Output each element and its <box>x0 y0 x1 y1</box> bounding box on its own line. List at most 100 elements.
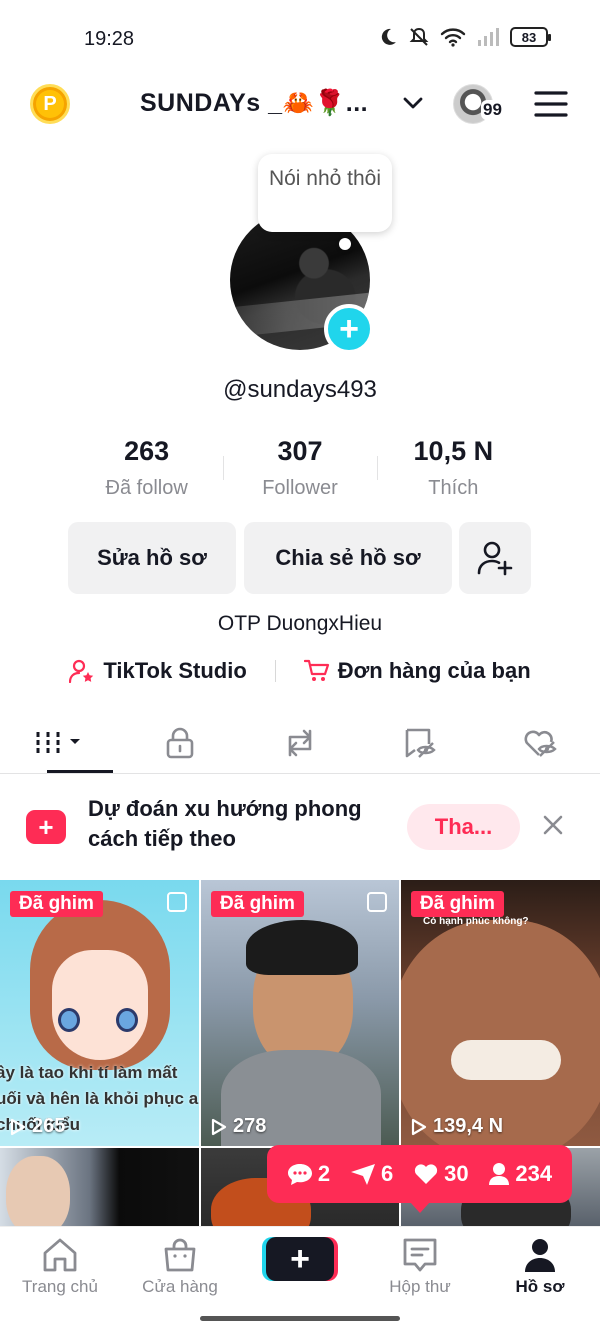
nav-shop[interactable]: Cửa hàng <box>120 1237 240 1297</box>
stat-following[interactable]: 263 Đã follow <box>70 436 223 506</box>
inbox-icon <box>403 1238 437 1272</box>
moon-icon <box>381 28 396 45</box>
edit-profile-button[interactable]: Sửa hồ sơ <box>68 522 236 594</box>
pinned-badge: Đã ghim <box>411 891 504 917</box>
profile-stats: 263 Đã follow 307 Follower 10,5 N Thích <box>70 436 530 506</box>
comments-stat: 2 <box>287 1161 330 1187</box>
video-tile[interactable] <box>0 1148 199 1226</box>
nav-home[interactable]: Trang chủ <box>0 1237 120 1297</box>
stat-label: Follower <box>262 477 338 499</box>
multi-photo-icon <box>167 892 187 912</box>
nav-profile-label: Hồ sơ <box>515 1277 565 1296</box>
orders-label: Đơn hàng của bạn <box>337 658 531 683</box>
person-icon <box>489 1163 510 1185</box>
add-friend-button[interactable] <box>459 522 531 594</box>
video-tile[interactable]: ây là tao khi tí làm mất uối và hên là k… <box>0 880 199 1146</box>
close-icon[interactable] <box>540 812 566 838</box>
likes-count: 30 <box>444 1161 469 1186</box>
stat-followers[interactable]: 307 Follower <box>223 436 376 506</box>
play-icon <box>211 1118 227 1135</box>
share-profile-button[interactable]: Chia sẻ hồ sơ <box>244 522 452 594</box>
grid-icon <box>36 731 80 754</box>
likes-stat: 30 <box>413 1161 469 1187</box>
tab-liked[interactable] <box>480 712 600 773</box>
add-story-button[interactable]: + <box>324 304 374 354</box>
play-icon <box>411 1118 427 1135</box>
stat-value: 263 <box>124 436 170 466</box>
stat-label: Đã follow <box>105 477 188 499</box>
nav-inbox[interactable]: Hộp thư <box>360 1237 480 1297</box>
lock-icon <box>166 727 194 758</box>
stat-value: 10,5 N <box>413 436 494 466</box>
menu-icon[interactable] <box>534 90 568 118</box>
heart-icon <box>414 1164 438 1184</box>
active-tab-indicator <box>47 770 113 773</box>
chevron-down-icon[interactable] <box>402 92 424 114</box>
view-count-value: 278 <box>233 1115 267 1137</box>
video-thumbnail-detail <box>451 1040 561 1080</box>
wifi-icon <box>440 28 466 47</box>
view-count-value: 139,4 N <box>433 1115 504 1137</box>
share-icon <box>350 1164 375 1185</box>
signal-icon <box>478 28 499 46</box>
nav-inbox-label: Hộp thư <box>389 1277 451 1296</box>
promo-text: Dự đoán xu hướng phong cách tiếp theo <box>88 796 362 851</box>
video-thumbnail-detail <box>52 950 148 1060</box>
profile-bio: OTP DuongxHieu <box>217 612 383 635</box>
view-count: 139,4 N <box>411 1115 503 1138</box>
create-button[interactable]: + <box>266 1237 334 1281</box>
comments-count: 2 <box>317 1161 331 1186</box>
profile-handle: @sundays493 <box>223 376 377 403</box>
links-divider <box>274 660 276 682</box>
mute-icon <box>409 27 429 46</box>
tiktok-studio-label: TikTok Studio <box>103 658 247 683</box>
nav-profile[interactable]: Hồ sơ <box>480 1237 600 1297</box>
repost-icon <box>288 729 312 756</box>
trend-promo-banner: + Dự đoán xu hướng phong cách tiếp theo … <box>0 774 600 880</box>
tiktok-studio-link[interactable]: TikTok Studio <box>69 658 247 684</box>
view-count: 278 <box>211 1115 266 1138</box>
account-switcher-title[interactable]: SUNDAYs _🦀🌹... <box>140 89 368 118</box>
shares-stat: 6 <box>350 1161 393 1187</box>
activity-stats-popup[interactable]: 2 6 30 234 <box>267 1145 572 1213</box>
heart-hidden-icon <box>524 730 557 757</box>
add-user-icon <box>477 541 513 576</box>
promo-try-button[interactable]: Tha... <box>407 804 520 850</box>
cart-icon <box>303 659 329 681</box>
note-bubble-tail <box>339 238 351 250</box>
pinned-badge: Đã ghim <box>211 891 304 917</box>
followers-stat: 234 <box>488 1161 552 1187</box>
tab-hidden[interactable] <box>360 712 480 773</box>
home-indicator[interactable] <box>200 1316 400 1321</box>
profile-icon <box>525 1239 555 1272</box>
followers-count: 234 <box>515 1161 553 1186</box>
tab-reposts[interactable] <box>240 712 360 773</box>
creator-star-icon <box>69 659 94 683</box>
video-thumbnail-detail <box>116 1008 138 1032</box>
profile-links: TikTok Studio Đơn hàng của bạn <box>0 658 600 684</box>
coin-icon[interactable]: P <box>30 84 70 124</box>
view-count: 265 <box>10 1115 65 1138</box>
tab-private[interactable] <box>120 712 240 773</box>
note-bubble[interactable]: Nói nhỏ thôi <box>258 154 392 232</box>
nav-home-label: Trang chủ <box>22 1277 98 1296</box>
stat-likes[interactable]: 10,5 N Thích <box>377 436 530 506</box>
promo-add-icon: + <box>26 810 66 844</box>
status-bar: 19:28 83 <box>0 0 600 80</box>
orders-link[interactable]: Đơn hàng của bạn <box>303 658 531 684</box>
stat-value: 307 <box>277 436 323 466</box>
home-icon <box>43 1238 77 1272</box>
video-tile[interactable]: Có hạnh phúc không? Đã ghim 139,4 N <box>401 880 600 1146</box>
view-count-value: 265 <box>32 1115 66 1137</box>
status-time: 19:28 <box>84 28 135 50</box>
comment-icon <box>287 1164 312 1185</box>
video-thumbnail <box>6 1156 70 1226</box>
video-tile[interactable]: Đã ghim 278 <box>201 880 399 1146</box>
video-thumbnail-detail <box>246 920 358 975</box>
multi-photo-icon <box>367 892 387 912</box>
video-thumbnail <box>401 920 600 1146</box>
notification-count-badge: 99 <box>481 100 504 120</box>
pinned-badge: Đã ghim <box>10 891 103 917</box>
tab-videos[interactable] <box>0 712 120 773</box>
battery-indicator: 83 <box>510 27 551 47</box>
